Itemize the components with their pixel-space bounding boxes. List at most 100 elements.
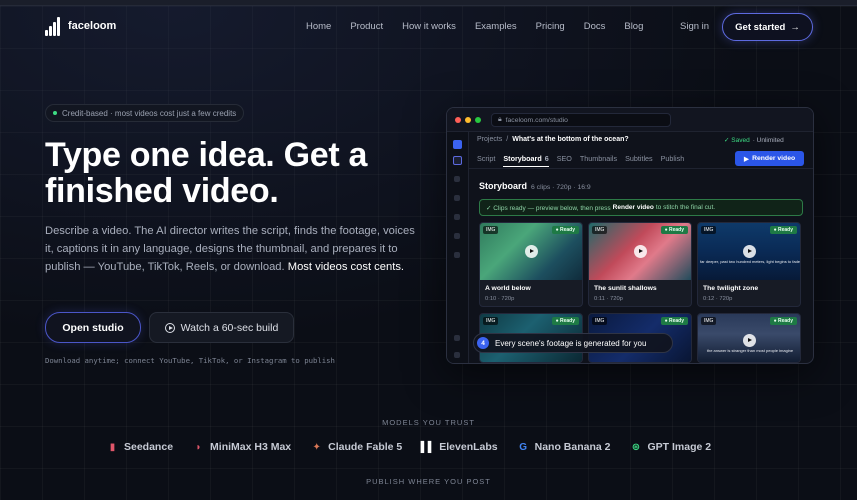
ready-badge: ● Ready <box>551 317 579 325</box>
credits-pill-text: Credit-based · most videos cost just a f… <box>62 108 237 118</box>
project-title: What's at the bottom of the ocean? <box>512 136 629 143</box>
tab-storyboard-count: 6 <box>544 154 549 163</box>
clip-play-icon[interactable] <box>634 245 647 258</box>
clip-type-tag: IMG <box>701 317 717 325</box>
model-logo: G Nano Banana 2 <box>518 441 611 453</box>
hero-description-highlight: Most videos cost cents. <box>287 261 405 273</box>
model-name: MiniMax H3 Max <box>210 441 292 453</box>
top-strip <box>0 0 857 6</box>
model-logo: ⊛ GPT Image 2 <box>630 441 711 453</box>
tab-storyboard-label: Storyboard <box>503 154 542 163</box>
hero-headline: Type one idea. Get a finished video. <box>45 136 368 210</box>
sidebar-item-icon[interactable] <box>454 195 460 201</box>
model-name: GPT Image 2 <box>647 441 712 453</box>
sidebar-settings-icon[interactable] <box>454 335 460 341</box>
studio-tabs: Script Storyboard 6 SEO Thumbnails Subtit… <box>477 154 684 167</box>
clip-caption: the answer is stranger than most people … <box>706 348 794 353</box>
nav-link-how-it-works[interactable]: How it works <box>402 21 456 32</box>
model-logo: ▮ Seedance <box>107 441 173 453</box>
sign-in-link[interactable]: Sign in <box>680 21 709 32</box>
claude-icon: ✦ <box>312 441 321 453</box>
storyboard-meta: 6 clips · 720p · 16:9 <box>531 184 591 191</box>
storyboard-title: Storyboard <box>479 181 528 191</box>
get-started-button[interactable]: Get started → <box>722 13 813 41</box>
logo-text: faceloom <box>68 20 117 32</box>
openai-icon: ⊛ <box>631 441 641 453</box>
clip-card[interactable]: IMG ● Ready far deeper, past two hundred m… <box>697 222 801 307</box>
play-icon: ▶ <box>743 155 750 163</box>
clip-type-tag: IMG <box>483 226 499 234</box>
hero-description: Describe a video. The AI director writes… <box>45 222 417 276</box>
publish-label: PUBLISH WHERE YOU POST <box>366 477 491 486</box>
clip-card[interactable]: IMG ● Ready the answer is stranger than mo… <box>697 313 801 363</box>
step-number-badge: 4 <box>477 337 489 349</box>
clip-type-tag: IMG <box>701 226 717 234</box>
saved-badge: ✓ Saved <box>724 137 750 144</box>
model-name: Nano Banana 2 <box>534 441 611 453</box>
nav-link-docs[interactable]: Docs <box>584 21 606 32</box>
sidebar-studio-icon[interactable] <box>453 156 462 165</box>
tab-script[interactable]: Script <box>477 154 495 167</box>
sidebar-account-icon[interactable] <box>454 352 460 358</box>
clip-type-tag: IMG <box>592 317 608 325</box>
ready-badge: ● Ready <box>660 226 688 234</box>
watch-demo-button[interactable]: Watch a 60-sec build <box>149 312 294 343</box>
sidebar-item-icon[interactable] <box>454 176 460 182</box>
open-studio-label: Open studio <box>62 321 124 334</box>
banner-text-bold: Render video <box>612 204 654 211</box>
nav-link-product[interactable]: Product <box>350 21 383 32</box>
banner-text-post: to stitch the final cut. <box>655 204 716 211</box>
breadcrumb-projects[interactable]: Projects <box>477 136 502 143</box>
nav-link-home[interactable]: Home <box>306 21 331 32</box>
models-label: MODELS YOU TRUST <box>382 418 475 427</box>
save-status: ✓ Saved · Unlimited <box>724 136 784 145</box>
nav-link-examples[interactable]: Examples <box>475 21 517 32</box>
tab-storyboard[interactable]: Storyboard 6 <box>503 154 549 167</box>
toast-text: Every scene's footage is generated for y… <box>495 338 647 348</box>
model-logo: ◗ MiniMax H3 Max <box>193 441 292 453</box>
clip-play-icon[interactable] <box>743 334 756 347</box>
get-started-label: Get started <box>735 21 786 33</box>
nav-link-blog[interactable]: Blog <box>624 21 643 32</box>
clip-play-icon[interactable] <box>743 245 756 258</box>
watch-demo-label: Watch a 60-sec build <box>180 321 279 334</box>
google-icon: G <box>519 441 528 453</box>
breadcrumb: Projects / What's at the bottom of the o… <box>477 136 629 143</box>
top-nav: faceloom Home Product How it works Examp… <box>0 12 857 42</box>
clip-play-icon[interactable] <box>525 245 538 258</box>
clip-card[interactable]: IMG ● Ready A world below 0:10 · 720p <box>479 222 583 307</box>
tab-seo[interactable]: SEO <box>557 154 572 167</box>
window-titlebar: 🔒︎ faceloom.com/studio <box>447 108 813 132</box>
tab-publish[interactable]: Publish <box>661 154 685 167</box>
ready-badge: ● Ready <box>551 226 579 234</box>
ready-badge: ● Ready <box>769 226 797 234</box>
elevenlabs-icon: ▌▌ <box>420 441 435 453</box>
logo-icon <box>45 16 63 36</box>
plan-badge: · Unlimited <box>752 136 784 144</box>
clip-type-tag: IMG <box>592 226 608 234</box>
sidebar-add-icon[interactable] <box>453 140 462 149</box>
clip-meta: 0:12 · 720p <box>703 296 733 302</box>
play-circle-icon <box>164 322 175 333</box>
render-video-button[interactable]: ▶ Render video <box>735 151 804 166</box>
feature-toast: 4 Every scene's footage is generated for… <box>473 333 673 353</box>
nav-link-pricing[interactable]: Pricing <box>536 21 565 32</box>
model-name: Claude Fable 5 <box>328 441 403 453</box>
model-name: ElevenLabs <box>439 441 498 453</box>
sidebar-item-icon[interactable] <box>454 233 460 239</box>
clip-meta: 0:10 · 720p <box>485 296 515 302</box>
clip-card[interactable]: IMG ● Ready The sunlit shallows 0:11 · 720p <box>588 222 692 307</box>
logo[interactable]: faceloom <box>45 16 116 36</box>
storyboard-header: Storyboard 6 clips · 720p · 16:9 <box>479 181 591 191</box>
open-studio-button[interactable]: Open studio <box>45 312 141 343</box>
minimax-icon: ◗ <box>195 441 202 453</box>
lock-icon: 🔒︎ <box>498 116 502 123</box>
sidebar-item-icon[interactable] <box>454 214 460 220</box>
url-bar[interactable]: 🔒︎ faceloom.com/studio <box>491 113 671 127</box>
banner-text-pre: ✓ Clips ready — preview below, then pres… <box>486 204 611 212</box>
tab-thumbnails[interactable]: Thumbnails <box>580 154 617 167</box>
sidebar-item-icon[interactable] <box>454 252 460 258</box>
clip-title: The sunlit shallows <box>594 285 657 292</box>
breadcrumb-separator: / <box>506 136 509 143</box>
tab-subtitles[interactable]: Subtitles <box>625 154 653 167</box>
